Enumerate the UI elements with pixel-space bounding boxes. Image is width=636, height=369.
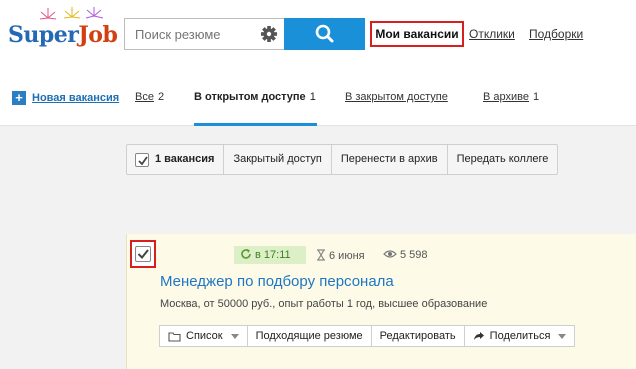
plus-icon: + <box>12 90 26 105</box>
checkmark-icon <box>137 249 149 259</box>
new-vacancy-link[interactable]: + Новая вакансия <box>12 90 119 105</box>
tab-closed-access[interactable]: В закрытом доступе <box>345 91 448 103</box>
publish-date: 6 июня <box>316 249 365 262</box>
folder-icon <box>168 331 181 342</box>
active-tab-indicator <box>194 123 317 126</box>
logo-accent-text: Job <box>78 22 118 48</box>
vacancy-actions: Список Подходящие резюме Редактировать П… <box>159 325 576 347</box>
updated-time: в 17:11 <box>255 249 291 261</box>
logo-main-text: Super <box>8 22 79 48</box>
tab-closed-access-label: В закрытом доступе <box>345 91 448 103</box>
select-all-toggle[interactable]: 1 вакансия <box>127 145 225 174</box>
chevron-down-icon <box>230 333 239 339</box>
updated-badge[interactable]: в 17:11 <box>234 246 306 264</box>
vacancy-description: Москва, от 50000 руб., опыт работы 1 год… <box>160 298 488 310</box>
matching-resumes-button[interactable]: Подходящие резюме <box>248 326 372 346</box>
top-header: SuperJob Поиск резюме Мои вакансии Откли… <box>0 0 636 70</box>
checkmark-icon <box>138 155 148 165</box>
logo-wordmark: SuperJob <box>8 22 118 48</box>
resume-search <box>124 18 365 50</box>
edit-button[interactable]: Редактировать <box>372 326 465 346</box>
new-vacancy-label: Новая вакансия <box>32 91 120 104</box>
bulk-action-bar: 1 вакансия Закрытый доступ Перенести в а… <box>126 144 559 175</box>
selected-checkbox[interactable] <box>135 152 149 167</box>
tab-open-access-count: 1 <box>309 91 316 103</box>
publish-date-text: 6 июня <box>329 250 365 262</box>
chevron-down-icon <box>558 333 567 339</box>
search-button[interactable] <box>254 18 365 50</box>
tab-all[interactable]: Все 2 <box>135 91 164 103</box>
tab-archive-label: В архиве <box>483 91 529 103</box>
vacancy-tabs: + Новая вакансия Все 2 В открытом доступе 1… <box>0 70 636 126</box>
tab-open-access[interactable]: В открытом доступе 1 <box>194 91 316 103</box>
list-label: Список <box>186 330 223 342</box>
tab-all-count: 2 <box>157 91 165 103</box>
tab-all-label: Все <box>135 91 154 103</box>
views-count-text: 5 598 <box>400 249 428 261</box>
gear-icon <box>261 26 277 42</box>
search-settings-button[interactable] <box>254 18 284 50</box>
nav-collections[interactable]: Подборки <box>529 27 583 41</box>
tab-open-access-label: В открытом доступе <box>194 91 306 103</box>
closed-access-button[interactable]: Закрытый доступ <box>224 145 332 174</box>
vacancy-checkbox[interactable] <box>130 240 156 268</box>
transfer-to-colleague-button[interactable]: Передать коллеге <box>448 145 558 174</box>
share-dropdown[interactable]: Поделиться <box>465 326 575 346</box>
refresh-icon <box>241 249 251 259</box>
selected-count: 1 вакансия <box>155 153 215 165</box>
hourglass-icon <box>317 249 325 261</box>
tab-archive-count: 1 <box>533 91 540 103</box>
share-icon <box>473 332 484 340</box>
list-dropdown[interactable]: Список <box>160 326 248 346</box>
share-label: Поделиться <box>489 330 551 342</box>
search-icon <box>315 24 334 43</box>
nav-responses[interactable]: Отклики <box>469 27 515 41</box>
nav-my-vacancies[interactable]: Мои вакансии <box>370 21 464 47</box>
views-count: 5 598 <box>383 249 428 261</box>
superjob-logo[interactable]: SuperJob <box>8 6 118 50</box>
eye-icon <box>383 250 397 258</box>
vacancy-checkbox-box <box>135 246 151 262</box>
vacancy-title-link[interactable]: Менеджер по подбору персонала <box>160 273 394 290</box>
tab-archive[interactable]: В архиве 1 <box>483 91 539 103</box>
move-to-archive-button[interactable]: Перенести в архив <box>332 145 448 174</box>
